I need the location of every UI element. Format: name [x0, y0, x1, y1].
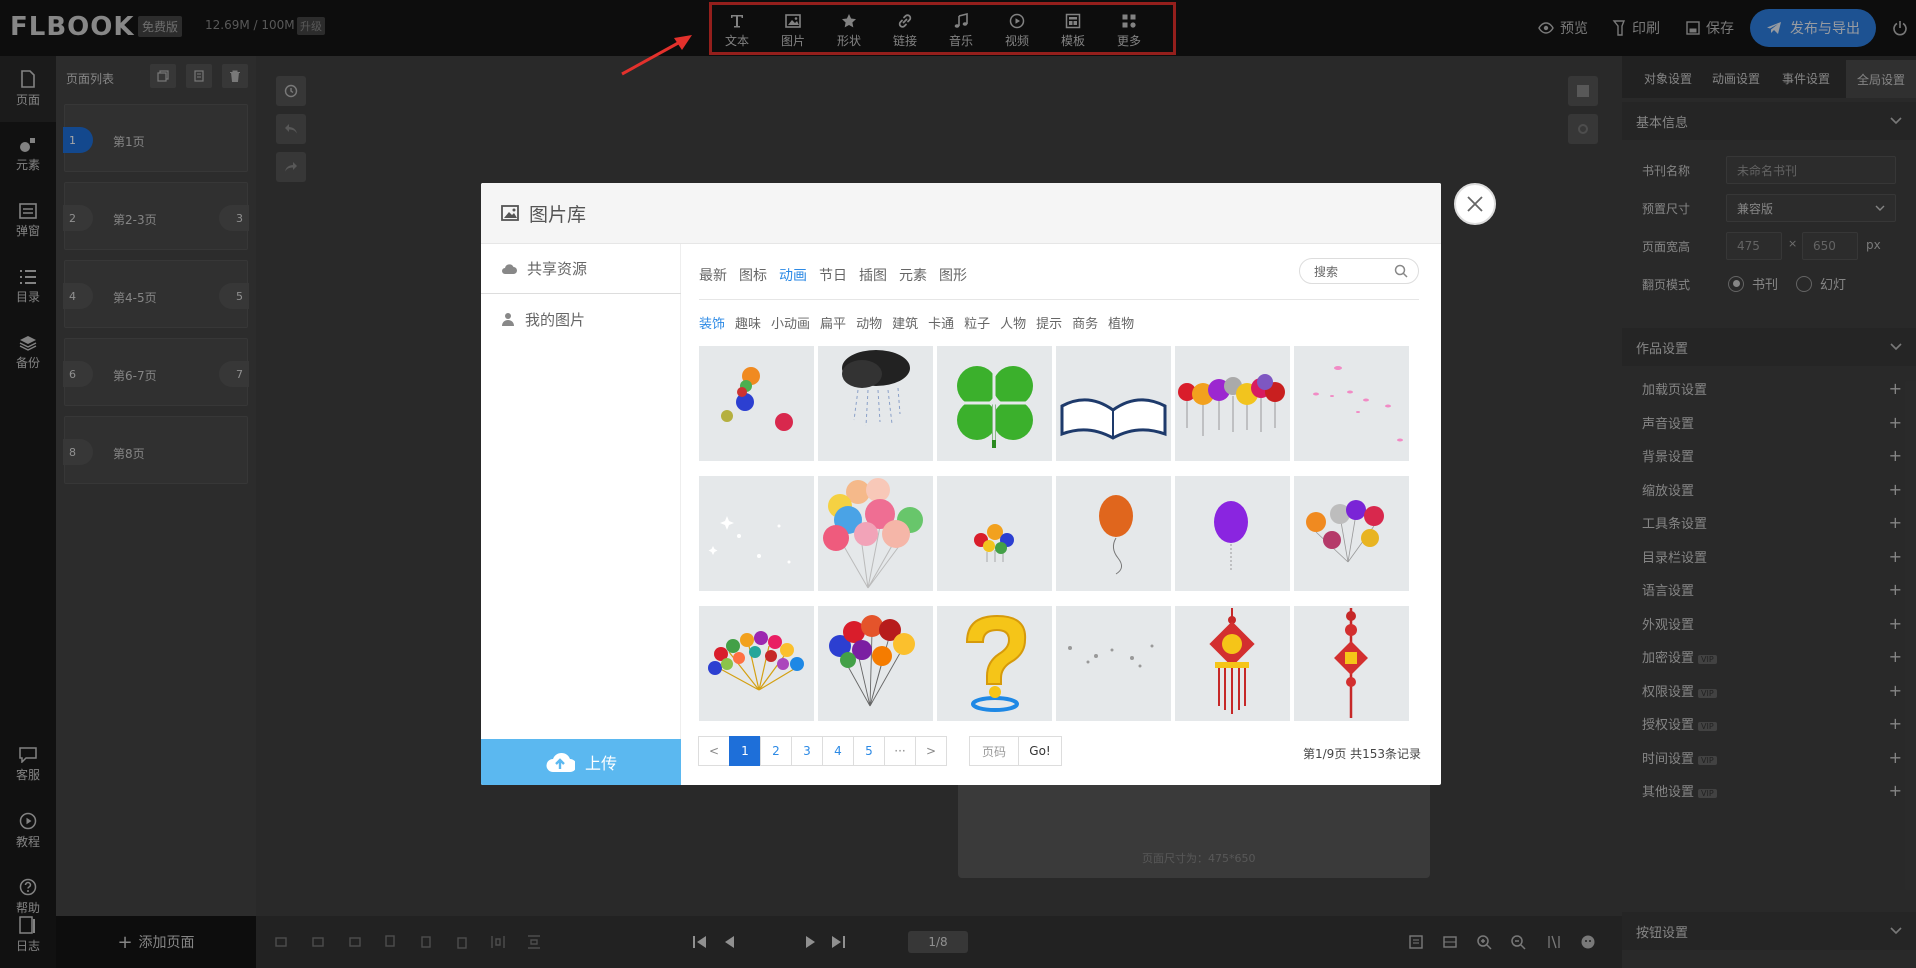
close-icon — [1467, 196, 1483, 212]
subcategory-tab[interactable]: 商务 — [1072, 313, 1098, 332]
category-tab[interactable]: 动画 — [779, 265, 807, 285]
subcategory-tab[interactable]: 粒子 — [964, 313, 990, 332]
balloons-small-icon — [721, 367, 793, 431]
nav-my-images[interactable]: 我的图片 — [481, 294, 681, 344]
thumb-four-leaf-clover[interactable] — [937, 346, 1052, 461]
cloud-upload-icon — [546, 753, 575, 772]
thumb-balloons-small[interactable] — [699, 346, 814, 461]
balloon-cluster-icon — [1306, 500, 1384, 563]
subcategory-tab[interactable]: 扁平 — [820, 313, 846, 332]
modal-header: 图片库 — [481, 183, 1441, 244]
category-tab[interactable]: 图标 — [739, 265, 767, 285]
orange-balloon-icon — [1099, 495, 1133, 575]
search-placeholder: 搜索 — [1314, 264, 1339, 279]
category-tab[interactable]: 最新 — [699, 265, 727, 285]
user-icon — [502, 313, 514, 326]
divider — [699, 299, 1419, 300]
subcategory-tab[interactable]: 提示 — [1036, 313, 1062, 332]
open-book-icon — [1060, 398, 1167, 440]
thumb-balloon-bouquet[interactable] — [818, 606, 933, 721]
upload-label: 上传 — [584, 754, 617, 773]
thumb-balloon-row[interactable] — [1175, 346, 1290, 461]
thumb-orange-balloon[interactable] — [1056, 476, 1171, 591]
thumb-tiny-balloons[interactable] — [937, 476, 1052, 591]
page-button[interactable]: 1 — [729, 736, 761, 766]
subcategory-tab[interactable]: 建筑 — [892, 313, 918, 332]
subcategory-tab[interactable]: 装饰 — [699, 313, 725, 332]
close-modal-button[interactable] — [1454, 183, 1496, 225]
subcategory-tab[interactable]: 小动画 — [771, 313, 810, 332]
page-next-button[interactable]: > — [915, 736, 947, 766]
cloud-icon — [502, 263, 517, 274]
category-tab[interactable]: 节日 — [819, 265, 847, 285]
sparkle-dots-icon — [1068, 644, 1154, 668]
thumb-storm-cloud[interactable] — [818, 346, 933, 461]
pagination: < 1 2 3 4 5 ··· > — [698, 736, 947, 766]
balloon-fan-icon — [708, 631, 804, 691]
thumb-colorful-balloon-fan[interactable] — [699, 606, 814, 721]
thumb-balloon-bunch[interactable] — [818, 476, 933, 591]
thumb-question-mark[interactable] — [937, 606, 1052, 721]
upload-button[interactable]: 上传 — [481, 739, 681, 785]
subcategory-tab[interactable]: 植物 — [1108, 313, 1134, 332]
image-icon — [501, 205, 519, 221]
thumb-pink-petals[interactable] — [1294, 346, 1409, 461]
go-button[interactable]: Go! — [1018, 736, 1062, 766]
page-number-input[interactable]: 页码 — [969, 736, 1019, 766]
page-button[interactable]: 4 — [822, 736, 854, 766]
sparkles-icon — [708, 516, 791, 564]
nav-label: 共享资源 — [527, 260, 588, 278]
storm-cloud-icon — [842, 350, 910, 427]
thumb-chinese-knot-lantern[interactable] — [1175, 606, 1290, 721]
page-button[interactable]: 5 — [853, 736, 885, 766]
thumb-balloon-cluster[interactable] — [1294, 476, 1409, 591]
subcategory-tab[interactable]: 人物 — [1000, 313, 1026, 332]
page-button[interactable]: 3 — [791, 736, 823, 766]
thumb-chinese-knot[interactable] — [1294, 606, 1409, 721]
pagination-info: 第1/9页 共153条记录 — [1303, 747, 1422, 761]
balloon-row-icon — [1178, 374, 1285, 436]
search-input[interactable]: 搜索 — [1299, 258, 1419, 284]
subcategory-tab[interactable]: 卡通 — [928, 313, 954, 332]
subcategory-tab[interactable]: 趣味 — [735, 313, 761, 332]
thumb-open-book[interactable] — [1056, 346, 1171, 461]
nav-shared-resources[interactable]: 共享资源 — [481, 244, 681, 294]
category-tabs: 最新 图标 动画 节日 插图 元素 图形 — [699, 265, 967, 285]
page-button[interactable]: 2 — [760, 736, 792, 766]
red-arrow-icon — [621, 35, 692, 76]
page-prev-button[interactable]: < — [698, 736, 730, 766]
chinese-knot-icon — [1334, 608, 1368, 718]
subcategory-tab[interactable]: 动物 — [856, 313, 882, 332]
search-icon — [1394, 264, 1408, 278]
category-tab[interactable]: 图形 — [939, 265, 967, 285]
thumb-sparkle-dots[interactable] — [1056, 606, 1171, 721]
question-mark-icon — [965, 614, 1027, 712]
chinese-knot-lantern-icon — [1209, 608, 1255, 714]
petals-icon — [1313, 366, 1403, 442]
tiny-balloons-icon — [974, 524, 1014, 562]
thumb-sparkles[interactable] — [699, 476, 814, 591]
modal-title: 图片库 — [529, 203, 587, 226]
nav-label: 我的图片 — [525, 310, 586, 329]
clover-icon — [957, 366, 1033, 448]
category-tab[interactable]: 元素 — [899, 265, 927, 285]
balloon-bunch-icon — [823, 478, 923, 589]
balloon-bouquet-icon — [829, 615, 915, 707]
purple-balloon-icon — [1214, 501, 1248, 570]
category-tab[interactable]: 插图 — [859, 265, 887, 285]
image-library-modal: 图片库 共享资源 我的图片 上传 最新 图标 动画 节日 插图 元素 图形 搜索 装饰 趣味小… — [481, 183, 1441, 785]
page-ellipsis: ··· — [884, 736, 916, 766]
thumb-purple-balloon[interactable] — [1175, 476, 1290, 591]
subcategory-tabs: 装饰 趣味 小动画 扁平 动物 建筑 卡通 粒子 人物 提示 商务 植物 — [699, 313, 1134, 332]
modal-sidebar: 共享资源 我的图片 上传 — [481, 244, 681, 785]
